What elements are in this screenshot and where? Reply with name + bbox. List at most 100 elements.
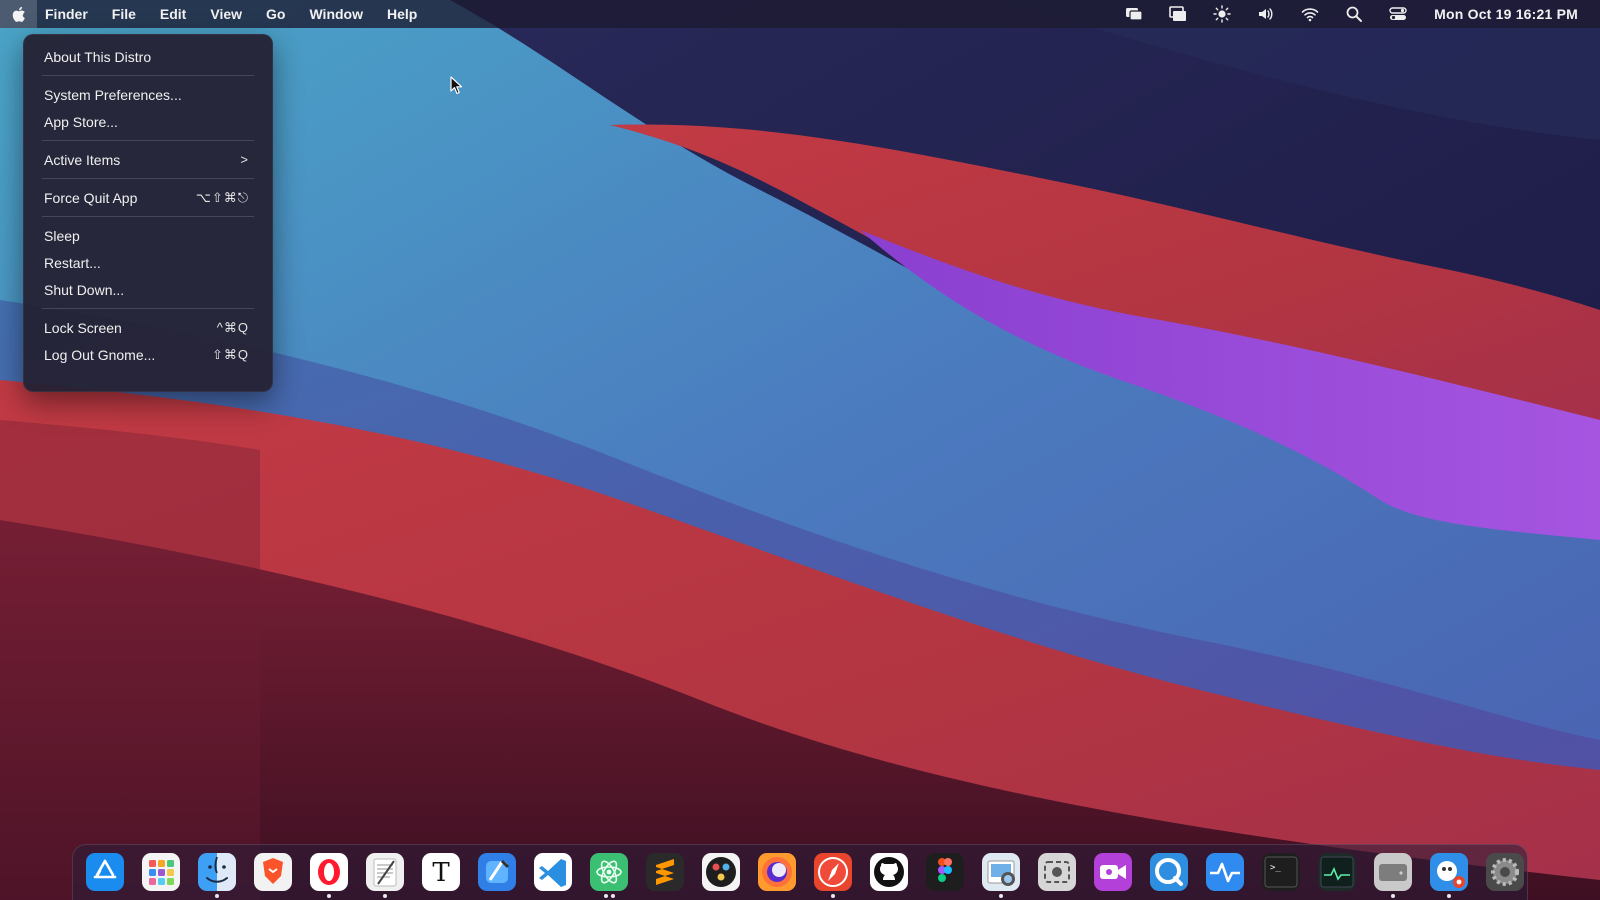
dock-item-gimp[interactable] xyxy=(1427,853,1471,898)
dock-item-sublime-text[interactable] xyxy=(643,853,687,897)
dock-item-activity-pulse[interactable] xyxy=(1203,853,1247,897)
dock-item-firefox-browser[interactable] xyxy=(755,853,799,897)
apple-menu-dropdown: About This Distro System Preferences... Ap… xyxy=(23,34,273,392)
apple-menu-item-active-items[interactable]: Active Items > xyxy=(24,146,272,173)
apple-menu-item-sleep[interactable]: Sleep xyxy=(24,222,272,249)
menu-item-shortcut: ^⌘Q xyxy=(216,319,249,335)
apple-menu-item-about-this-distro[interactable]: About This Distro xyxy=(24,43,272,70)
gimp-icon xyxy=(1430,853,1468,891)
submenu-arrow-icon: > xyxy=(240,152,249,167)
menu-finder[interactable]: Finder xyxy=(37,0,100,28)
running-dot xyxy=(1447,894,1451,898)
dock-item-finder[interactable] xyxy=(195,853,239,898)
menu-item-label: Shut Down... xyxy=(44,281,125,298)
dock-item-video-recorder[interactable] xyxy=(1091,853,1135,897)
quicktime-icon xyxy=(1150,853,1188,891)
dock-item-terminal[interactable]: >_ xyxy=(1259,853,1303,897)
dock-item-typora[interactable]: T xyxy=(419,853,463,897)
menu-item-label: Active Items xyxy=(44,151,121,168)
atom-editor-icon xyxy=(590,853,628,891)
dock-item-atom-editor[interactable] xyxy=(587,853,631,898)
apple-menu-item-log-out-gnome[interactable]: Log Out Gnome... ⇧⌘Q xyxy=(24,341,272,368)
dock-item-davinci-resolve[interactable] xyxy=(699,853,743,897)
dock-item-preview[interactable] xyxy=(979,853,1023,898)
menu-item-label: Log Out Gnome... xyxy=(44,346,156,363)
control-center-icon[interactable] xyxy=(1388,4,1408,24)
app-store-icon xyxy=(86,853,124,891)
volume-icon[interactable] xyxy=(1256,4,1276,24)
apple-menu-button[interactable] xyxy=(0,0,37,28)
xcode-icon xyxy=(478,853,516,891)
launchpad-icon xyxy=(142,853,180,891)
brave-browser-icon xyxy=(254,853,292,891)
running-dot xyxy=(603,894,608,898)
running-dot xyxy=(999,894,1003,898)
menu-view[interactable]: View xyxy=(198,0,254,28)
figma-icon xyxy=(926,853,964,891)
menu-item-shortcut: ⇧⌘Q xyxy=(211,346,249,362)
screenshot-icon xyxy=(1038,853,1076,891)
running-indicator xyxy=(1371,894,1415,898)
menu-help[interactable]: Help xyxy=(375,0,429,28)
menu-go[interactable]: Go xyxy=(254,0,297,28)
menu-separator xyxy=(42,178,254,179)
menu-item-label: Force Quit App xyxy=(44,189,138,206)
running-dot xyxy=(215,894,219,898)
running-indicator xyxy=(1427,894,1471,898)
menu-separator xyxy=(42,216,254,217)
apple-menu-item-force-quit-app[interactable]: Force Quit App ⌥⇧⌘⎋ xyxy=(24,184,272,211)
dock-item-github-desktop[interactable] xyxy=(867,853,911,897)
running-dot xyxy=(610,894,615,898)
brightness-icon[interactable] xyxy=(1212,4,1232,24)
apple-menu-item-system-preferences[interactable]: System Preferences... xyxy=(24,81,272,108)
apple-menu-item-app-store[interactable]: App Store... xyxy=(24,108,272,135)
search-icon[interactable] xyxy=(1344,4,1364,24)
menu-item-label: Restart... xyxy=(44,254,101,271)
dock-item-xcode[interactable] xyxy=(475,853,519,897)
running-indicator xyxy=(363,894,407,898)
typora-icon: T xyxy=(422,853,460,891)
dock-item-drive[interactable] xyxy=(1371,853,1415,898)
menu-file[interactable]: File xyxy=(100,0,148,28)
running-dot xyxy=(1391,894,1395,898)
svg-text:T: T xyxy=(432,858,450,888)
dock-item-launchpad[interactable] xyxy=(139,853,183,897)
menu-window[interactable]: Window xyxy=(297,0,375,28)
running-indicator xyxy=(811,894,855,898)
menu-separator xyxy=(42,140,254,141)
menu-edit[interactable]: Edit xyxy=(148,0,198,28)
dock-item-vscode[interactable] xyxy=(531,853,575,897)
system-monitor-icon xyxy=(1318,853,1356,891)
screen-share-icon[interactable] xyxy=(1124,4,1144,24)
svg-text:>_: >_ xyxy=(1270,863,1281,873)
mouse-cursor-icon xyxy=(450,76,463,95)
windows-icon[interactable] xyxy=(1168,4,1188,24)
top-menu-bar: Finder File Edit View Go Window Help Mon… xyxy=(0,0,1600,28)
wifi-icon[interactable] xyxy=(1300,4,1320,24)
dock-item-screenshot[interactable] xyxy=(1035,853,1079,897)
dock-item-safari-browser[interactable] xyxy=(811,853,855,898)
dock-item-opera-browser[interactable] xyxy=(307,853,351,898)
apple-menu-item-restart[interactable]: Restart... xyxy=(24,249,272,276)
safari-browser-icon xyxy=(814,853,852,891)
running-indicator xyxy=(307,894,351,898)
dock-item-figma[interactable] xyxy=(923,853,967,897)
menu-separator xyxy=(42,75,254,76)
video-recorder-icon xyxy=(1094,853,1132,891)
menubar-clock[interactable]: Mon Oct 19 16:21 PM xyxy=(1434,6,1578,22)
dock-item-app-store[interactable] xyxy=(83,853,127,897)
dock-item-text-editor[interactable] xyxy=(363,853,407,898)
apple-menu-item-shut-down[interactable]: Shut Down... xyxy=(24,276,272,303)
running-indicator xyxy=(195,894,239,898)
running-indicator xyxy=(587,894,631,898)
system-settings-icon xyxy=(1486,853,1524,891)
preview-icon xyxy=(982,853,1020,891)
apple-menu-item-lock-screen[interactable]: Lock Screen ^⌘Q xyxy=(24,314,272,341)
dock-item-quicktime[interactable] xyxy=(1147,853,1191,897)
running-dot xyxy=(831,894,835,898)
dock-item-brave-browser[interactable] xyxy=(251,853,295,897)
menu-item-label: Lock Screen xyxy=(44,319,122,336)
dock-item-system-monitor[interactable] xyxy=(1315,853,1359,897)
dock-item-system-settings[interactable] xyxy=(1483,853,1527,897)
apple-logo-icon xyxy=(12,6,25,22)
